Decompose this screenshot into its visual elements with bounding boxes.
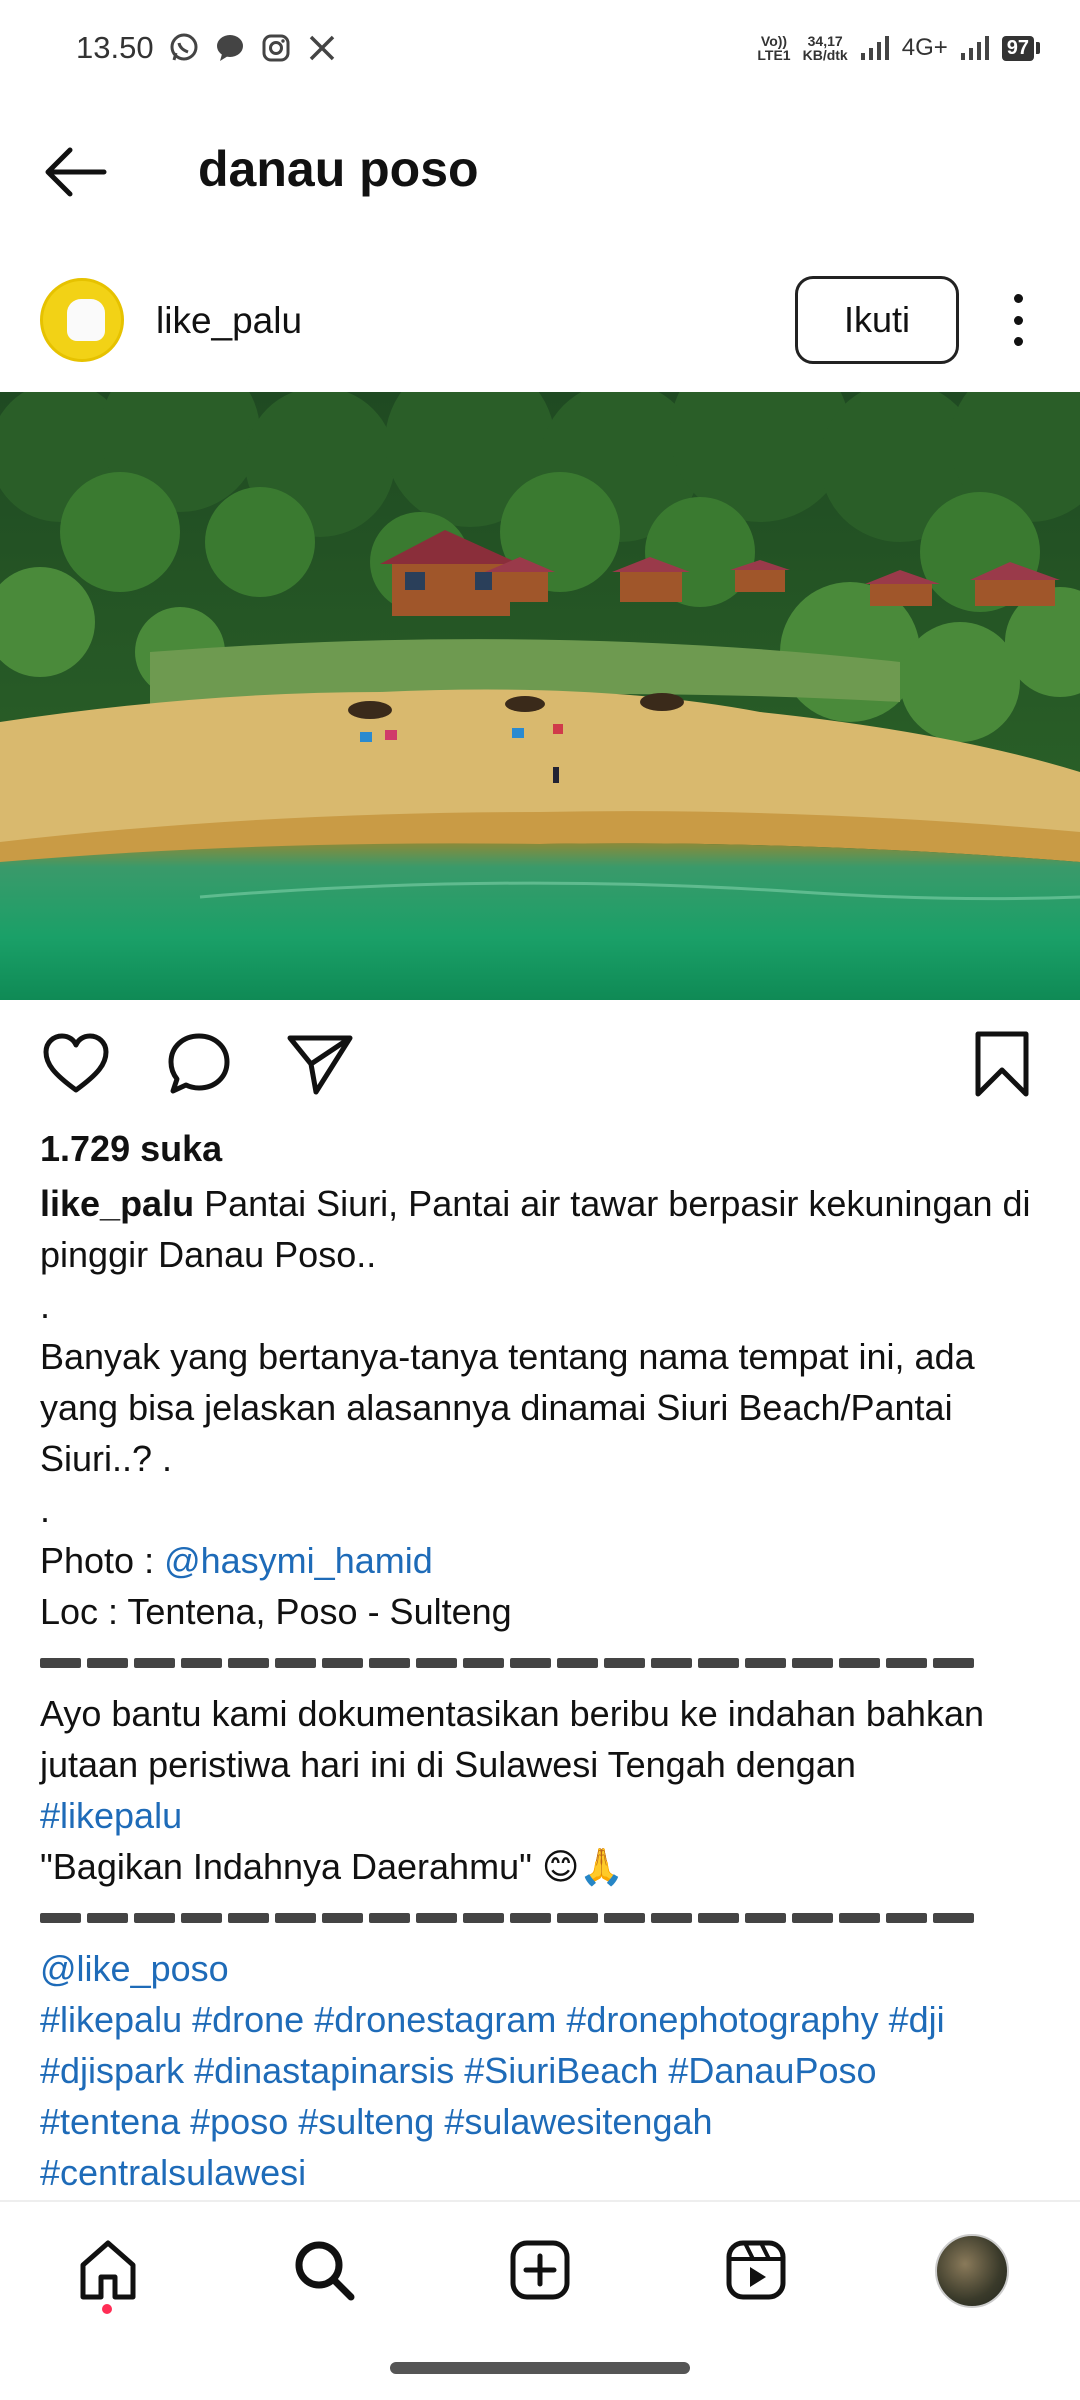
status-time: 13.50	[76, 30, 154, 65]
instagram-icon	[262, 34, 290, 62]
bottom-navigation	[0, 2200, 1080, 2332]
signal-icon-2	[960, 36, 989, 60]
hashtag-line-4[interactable]: #centralsulawesi	[40, 2147, 1050, 2198]
hashtag-line-1[interactable]: #likepalu #drone #dronestagram #dronepho…	[40, 1994, 1050, 2045]
more-options-icon[interactable]	[1000, 288, 1036, 352]
hashtag-line-3[interactable]: #tentena #poso #sulteng #sulawesitengah	[40, 2096, 1050, 2147]
caption-dot: .	[40, 1285, 51, 1326]
save-bookmark-icon[interactable]	[966, 1028, 1038, 1100]
caption-divider-2	[40, 1892, 1050, 1943]
whatsapp-icon	[170, 33, 198, 61]
post-author-avatar[interactable]	[40, 278, 124, 362]
nav-search[interactable]	[286, 2232, 362, 2308]
nav-create[interactable]	[502, 2232, 578, 2308]
post-actions	[0, 1024, 1080, 1104]
network-type: 4G+	[901, 34, 948, 61]
create-icon	[510, 2240, 570, 2300]
follow-button[interactable]: Ikuti	[795, 276, 959, 364]
caption-location: Loc : Tentena, Poso - Sulteng	[40, 1591, 512, 1632]
top-bar: danau poso	[0, 120, 1080, 224]
share-send-icon[interactable]	[284, 1028, 356, 1100]
page-title: danau poso	[198, 141, 479, 197]
hashtag-likepalu[interactable]: #likepalu	[40, 1795, 182, 1836]
caption-photo-credit: Photo : @hasymi_hamid	[40, 1540, 433, 1581]
photo-credit-mention[interactable]: @hasymi_hamid	[164, 1540, 433, 1581]
back-arrow-icon[interactable]	[40, 144, 110, 200]
nav-reels[interactable]	[718, 2232, 794, 2308]
search-icon	[295, 2241, 355, 2301]
caption-tagline: "Bagikan Indahnya Daerahmu" 😊🙏	[40, 1846, 625, 1887]
x-icon	[309, 35, 334, 61]
nav-home[interactable]	[70, 2232, 146, 2308]
post-image[interactable]	[0, 392, 1080, 1000]
caption-divider	[40, 1637, 1050, 1688]
caption-username[interactable]: like_palu	[40, 1183, 194, 1224]
post-author-username[interactable]: like_palu	[156, 300, 302, 342]
notification-dot	[102, 2304, 112, 2314]
caption-dot-2: .	[40, 1489, 51, 1530]
post-caption: like_palu Pantai Siuri, Pantai air tawar…	[40, 1178, 1050, 2198]
status-bar: 13.50 Vo)) LTE1 34,17 KB/dtk 4G+ 97	[0, 0, 1080, 96]
signal-icon	[860, 36, 889, 60]
comment-icon[interactable]	[163, 1028, 235, 1100]
caption-invitation: Ayo bantu kami dokumentasikan beribu ke …	[40, 1693, 984, 1785]
network-speed: 34,17 KB/dtk	[802, 33, 848, 63]
reels-icon	[726, 2240, 786, 2300]
message-icon	[216, 35, 243, 61]
hashtag-line-2[interactable]: #djispark #dinastapinarsis #SiuriBeach #…	[40, 2045, 1050, 2096]
mention-like-poso[interactable]: @like_poso	[40, 1948, 229, 1989]
caption-question: Banyak yang bertanya-tanya tentang nama …	[40, 1336, 975, 1479]
like-heart-icon[interactable]	[40, 1028, 112, 1100]
home-indicator[interactable]	[390, 2362, 690, 2374]
volte-indicator: Vo)) LTE1	[757, 33, 791, 63]
home-icon	[80, 2240, 136, 2300]
caption-first-paragraph: like_palu Pantai Siuri, Pantai air tawar…	[40, 1183, 1031, 1275]
battery-indicator: 97	[1001, 35, 1040, 61]
profile-avatar[interactable]	[935, 2234, 1009, 2308]
post-header: like_palu Ikuti	[0, 260, 1080, 380]
like-count[interactable]: 1.729 suka	[40, 1128, 222, 1170]
